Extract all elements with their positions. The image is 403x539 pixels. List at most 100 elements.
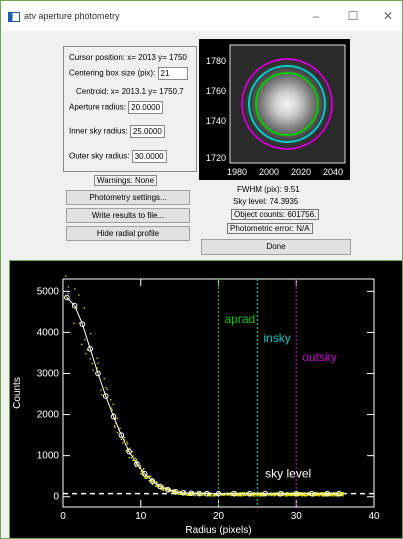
hide-radial-profile-button[interactable]: Hide radial profile bbox=[66, 226, 190, 241]
data-point bbox=[116, 431, 119, 434]
data-point bbox=[322, 495, 324, 497]
data-point bbox=[304, 495, 306, 497]
data-point bbox=[96, 357, 98, 359]
data-point bbox=[73, 322, 75, 325]
data-point bbox=[74, 288, 76, 290]
aperture-radius-input[interactable]: 20.0000 bbox=[128, 101, 164, 114]
y-tick-label: 0 bbox=[53, 492, 59, 503]
write-results-button[interactable]: Write results to file... bbox=[66, 208, 190, 223]
minimize-button[interactable]: – bbox=[306, 7, 326, 25]
centroid: Centroid: x= 2013.1 y= 1750.7 bbox=[76, 87, 184, 96]
image-ytick: 1760 bbox=[206, 86, 226, 96]
data-point bbox=[81, 343, 83, 346]
photometry-window: atv aperture photometry – ☐ ✕ Cursor pos… bbox=[0, 0, 403, 539]
cursor-position: Cursor position: x= 2013 y= 1750 bbox=[69, 53, 187, 62]
data-point bbox=[140, 473, 142, 475]
data-point bbox=[134, 457, 136, 459]
outer-sky-radius-input[interactable]: 30.0000 bbox=[131, 150, 167, 163]
data-point bbox=[144, 476, 146, 478]
data-point bbox=[255, 494, 257, 496]
data-point bbox=[114, 426, 116, 429]
data-point bbox=[67, 286, 69, 288]
data-point bbox=[128, 447, 131, 449]
aperture-row: Aperture radius: 20.0000 bbox=[69, 101, 164, 114]
centering-label: Centering box size (pix): bbox=[69, 68, 156, 78]
x-tick-label: 10 bbox=[135, 511, 147, 522]
inner-sky-radius-input[interactable]: 25.0000 bbox=[129, 125, 165, 138]
data-point bbox=[120, 438, 123, 440]
data-point bbox=[106, 388, 108, 390]
maximize-button[interactable]: ☐ bbox=[343, 7, 363, 25]
star-image-plot: 1780 1760 1740 1720 1980 2000 2020 2040 bbox=[206, 44, 346, 177]
data-point bbox=[78, 294, 80, 296]
data-point bbox=[289, 494, 291, 497]
data-point bbox=[97, 362, 99, 364]
warnings-label: Warnings: None bbox=[94, 175, 158, 186]
data-point bbox=[301, 495, 303, 497]
photometry-settings-button[interactable]: Photometry settings... bbox=[66, 190, 190, 205]
data-point bbox=[187, 494, 189, 496]
data-point bbox=[209, 495, 211, 497]
data-point bbox=[84, 339, 86, 341]
data-point bbox=[223, 494, 225, 497]
data-point bbox=[127, 443, 129, 445]
data-point bbox=[131, 451, 134, 453]
data-point bbox=[316, 494, 318, 496]
image-xtick: 1980 bbox=[227, 167, 247, 177]
photometric-error-label: Photometric error: N/A bbox=[227, 223, 313, 234]
data-point bbox=[254, 495, 256, 497]
data-point bbox=[287, 494, 289, 496]
data-point bbox=[119, 427, 121, 429]
data-point bbox=[114, 425, 116, 427]
data-point bbox=[341, 494, 343, 496]
centering-row: Centering box size (pix): 21 bbox=[69, 67, 188, 80]
star-glow bbox=[240, 57, 334, 151]
aprad-label: aprad bbox=[225, 312, 256, 326]
y-tick-label: 5000 bbox=[37, 286, 60, 297]
data-point bbox=[65, 296, 67, 298]
data-point bbox=[123, 436, 126, 439]
data-point bbox=[90, 333, 92, 335]
data-point bbox=[185, 494, 188, 496]
close-button[interactable]: ✕ bbox=[378, 7, 398, 25]
data-point bbox=[162, 485, 165, 487]
data-point bbox=[142, 468, 145, 470]
star-image: 1780 1760 1740 1720 1980 2000 2020 2040 bbox=[199, 39, 350, 180]
data-point bbox=[260, 495, 262, 497]
data-point bbox=[150, 475, 152, 478]
data-point bbox=[83, 307, 86, 309]
data-point bbox=[148, 480, 150, 482]
data-point bbox=[91, 363, 93, 365]
centering-box-input[interactable]: 21 bbox=[157, 67, 188, 80]
data-point bbox=[103, 377, 105, 380]
insky-label: insky bbox=[263, 331, 290, 345]
data-point bbox=[128, 456, 130, 459]
data-point bbox=[275, 494, 277, 496]
fwhm-label: FWHM (pix): 9.51 bbox=[237, 185, 300, 194]
data-point bbox=[135, 458, 138, 460]
outer-sky-label: Outer sky radius: bbox=[69, 151, 130, 161]
y-tick-label: 4000 bbox=[37, 327, 60, 338]
outer-sky-row: Outer sky radius: 30.0000 bbox=[69, 150, 167, 163]
data-point bbox=[110, 399, 112, 401]
data-point bbox=[291, 495, 293, 497]
data-point bbox=[139, 464, 142, 467]
y-tick-label: 1000 bbox=[37, 451, 60, 462]
data-point bbox=[146, 477, 148, 479]
aperture-label: Aperture radius: bbox=[69, 102, 126, 112]
data-point bbox=[270, 494, 273, 497]
data-point bbox=[252, 494, 254, 496]
data-point bbox=[273, 495, 275, 497]
image-ytick: 1780 bbox=[206, 56, 226, 66]
done-button[interactable]: Done bbox=[201, 239, 351, 255]
x-axis-label: Radius (pixels) bbox=[185, 525, 251, 536]
image-xtick: 2020 bbox=[291, 167, 311, 177]
x-tick-label: 0 bbox=[60, 511, 66, 522]
settings-panel: Cursor position: x= 2013 y= 1750 Centeri… bbox=[63, 46, 197, 172]
image-ytick: 1720 bbox=[206, 153, 226, 163]
data-point bbox=[126, 441, 128, 443]
data-point bbox=[332, 495, 334, 497]
x-tick-label: 20 bbox=[213, 511, 225, 522]
data-point bbox=[85, 352, 87, 355]
radial-profile-panel: 0 10 20 30 40 0 1000 2000 3000 4000 5000 Radius (pi… bbox=[9, 260, 402, 538]
